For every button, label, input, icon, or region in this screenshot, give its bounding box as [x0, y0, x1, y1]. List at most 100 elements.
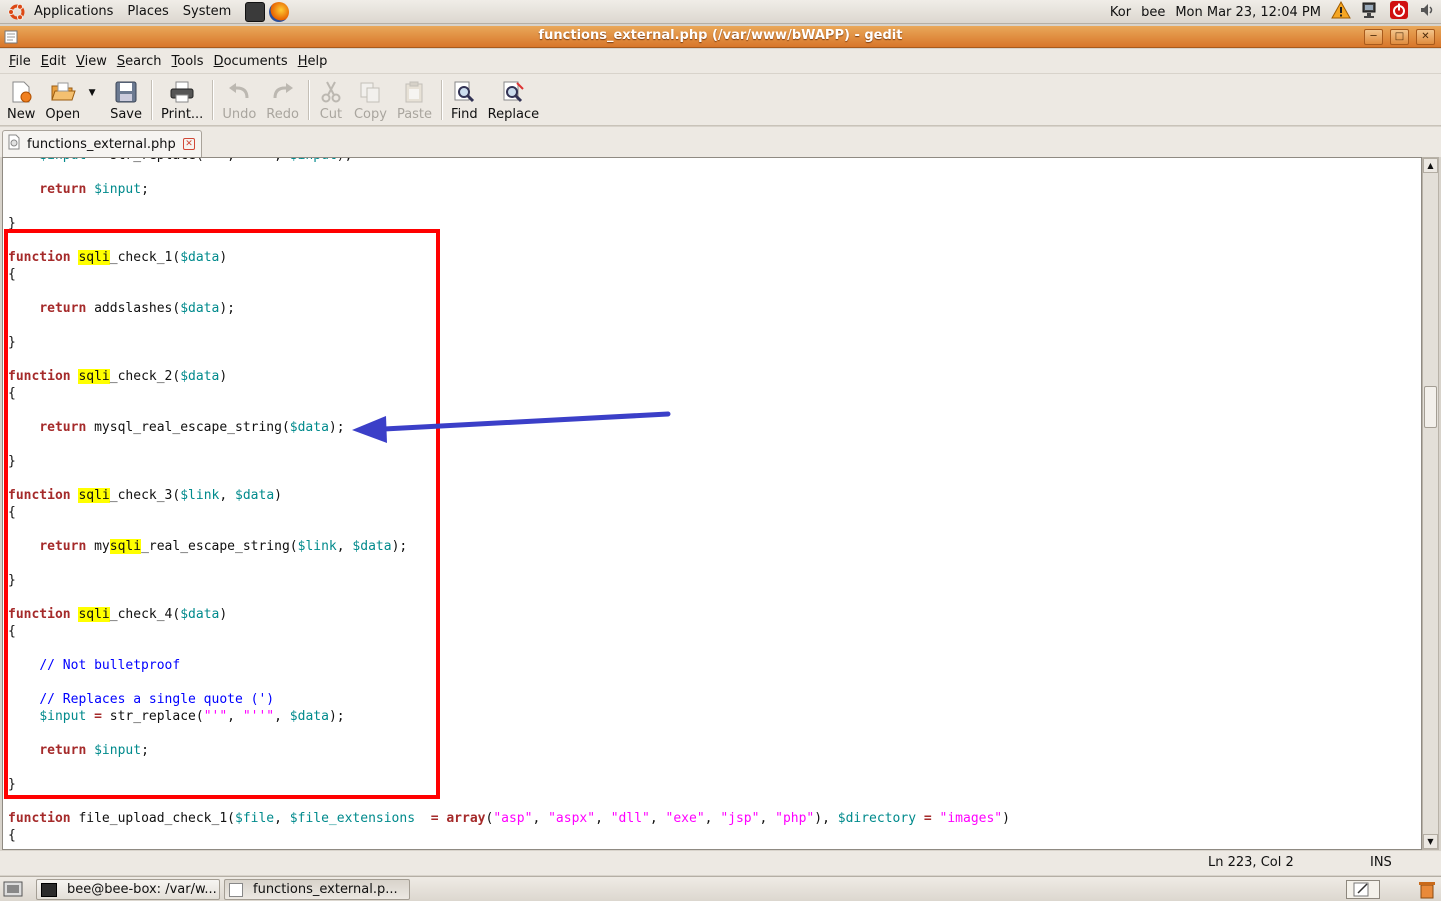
- redo-icon: [270, 79, 296, 105]
- menu-search[interactable]: Search: [112, 54, 167, 69]
- code-token: function: [8, 811, 71, 826]
- open-button[interactable]: Open: [40, 74, 85, 124]
- code-token: $input: [94, 743, 142, 758]
- code-line: function sqli_check_1($data): [8, 249, 1010, 266]
- keyboard-layout[interactable]: Kor: [1110, 5, 1131, 20]
- document-tabs: functions_external.php ✕: [0, 127, 1441, 157]
- code-line: // Replaces a single quote ('): [8, 691, 1010, 708]
- find-button[interactable]: Find: [446, 74, 483, 124]
- paste-button[interactable]: Paste: [392, 74, 437, 124]
- menu-tools[interactable]: Tools: [167, 54, 209, 69]
- code-token: "dll": [610, 811, 650, 826]
- code-token: return: [39, 301, 87, 316]
- warning-icon[interactable]: [1331, 0, 1351, 23]
- code-token: _check_4(: [109, 607, 181, 622]
- open-recent-dropdown[interactable]: ▼: [85, 68, 99, 118]
- window-titlebar[interactable]: functions_external.php (/var/www/bWAPP) …: [0, 26, 1441, 48]
- scroll-up-button[interactable]: ▲: [1423, 158, 1438, 173]
- save-button[interactable]: Save: [105, 74, 147, 124]
- code-token: "aspx": [548, 811, 596, 826]
- terminal-launcher-icon[interactable]: [245, 1, 266, 22]
- menu-file[interactable]: File: [4, 54, 36, 69]
- scroll-down-button[interactable]: ▼: [1423, 834, 1438, 849]
- scissors-icon: [318, 79, 344, 105]
- clock[interactable]: Mon Mar 23, 12:04 PM: [1175, 5, 1321, 20]
- code-line: {: [8, 504, 1010, 521]
- volume-icon[interactable]: [1419, 2, 1435, 22]
- printer-icon: [169, 79, 195, 105]
- code-token: ): [1002, 811, 1010, 826]
- ubuntu-logo-icon[interactable]: [6, 1, 28, 23]
- undo-button[interactable]: Undo: [217, 74, 261, 124]
- scrollbar-thumb[interactable]: [1424, 386, 1437, 428]
- close-window-button[interactable]: ✕: [1416, 29, 1435, 45]
- network-icon[interactable]: [1361, 1, 1379, 23]
- new-button[interactable]: New: [2, 74, 40, 124]
- menu-view[interactable]: View: [71, 54, 112, 69]
- code-editor[interactable]: $input = str_replace("'", "''", $input);…: [2, 157, 1422, 850]
- code-line: function sqli_check_2($data): [8, 368, 1010, 385]
- tab-close-button[interactable]: ✕: [183, 138, 195, 150]
- code-token: $input: [290, 158, 337, 163]
- notes-icon[interactable]: [1346, 880, 1380, 901]
- redo-button[interactable]: Redo: [261, 74, 304, 124]
- code-line: return $input;: [8, 742, 1010, 759]
- minimize-button[interactable]: ─: [1364, 29, 1383, 45]
- taskbar-gedit[interactable]: functions_external.p...: [224, 879, 410, 900]
- show-desktop-icon[interactable]: [3, 881, 23, 901]
- menu-edit[interactable]: Edit: [36, 54, 71, 69]
- search-match: sqli: [78, 607, 110, 622]
- code-token: ,: [274, 709, 290, 724]
- code-token: ): [219, 250, 228, 265]
- firefox-launcher-icon[interactable]: [269, 1, 290, 22]
- maximize-button[interactable]: □: [1390, 29, 1409, 45]
- menu-help[interactable]: Help: [293, 54, 333, 69]
- copy-button[interactable]: Copy: [349, 74, 392, 124]
- applications-menu[interactable]: Applications: [34, 4, 113, 19]
- code-line: }: [8, 572, 1010, 589]
- tab-label: functions_external.php: [27, 136, 176, 152]
- vertical-scrollbar[interactable]: ▲ ▼: [1422, 157, 1439, 850]
- user-name[interactable]: bee: [1141, 5, 1165, 20]
- system-menu[interactable]: System: [183, 4, 231, 19]
- code-token: $data: [180, 369, 220, 384]
- code-token: $data: [180, 607, 220, 622]
- code-token: str_replace(: [101, 709, 204, 724]
- code-line: {: [8, 266, 1010, 283]
- document-icon: [7, 134, 21, 154]
- code-token: return: [39, 539, 87, 554]
- power-icon[interactable]: [1389, 0, 1409, 24]
- menu-documents[interactable]: Documents: [209, 54, 293, 69]
- trash-icon[interactable]: [1418, 880, 1436, 901]
- tab-functions-external[interactable]: functions_external.php ✕: [2, 130, 202, 157]
- places-menu[interactable]: Places: [127, 4, 168, 19]
- code-line: $input = str_replace("'", "''", $input);: [8, 158, 1010, 164]
- code-token: return: [39, 743, 87, 758]
- code-token: "php": [775, 811, 815, 826]
- code-token: $input: [94, 182, 142, 197]
- print-button[interactable]: Print...: [156, 74, 208, 124]
- code-token: file_upload_check_1(: [70, 811, 235, 826]
- taskbar-terminal[interactable]: bee@bee-box: /var/w...: [36, 879, 220, 900]
- code-token: function: [8, 250, 71, 265]
- terminal-icon: [41, 882, 57, 897]
- cut-button[interactable]: Cut: [313, 74, 349, 124]
- replace-button[interactable]: Replace: [483, 74, 544, 124]
- code-line: {: [8, 827, 1010, 844]
- code-token: $data: [289, 420, 329, 435]
